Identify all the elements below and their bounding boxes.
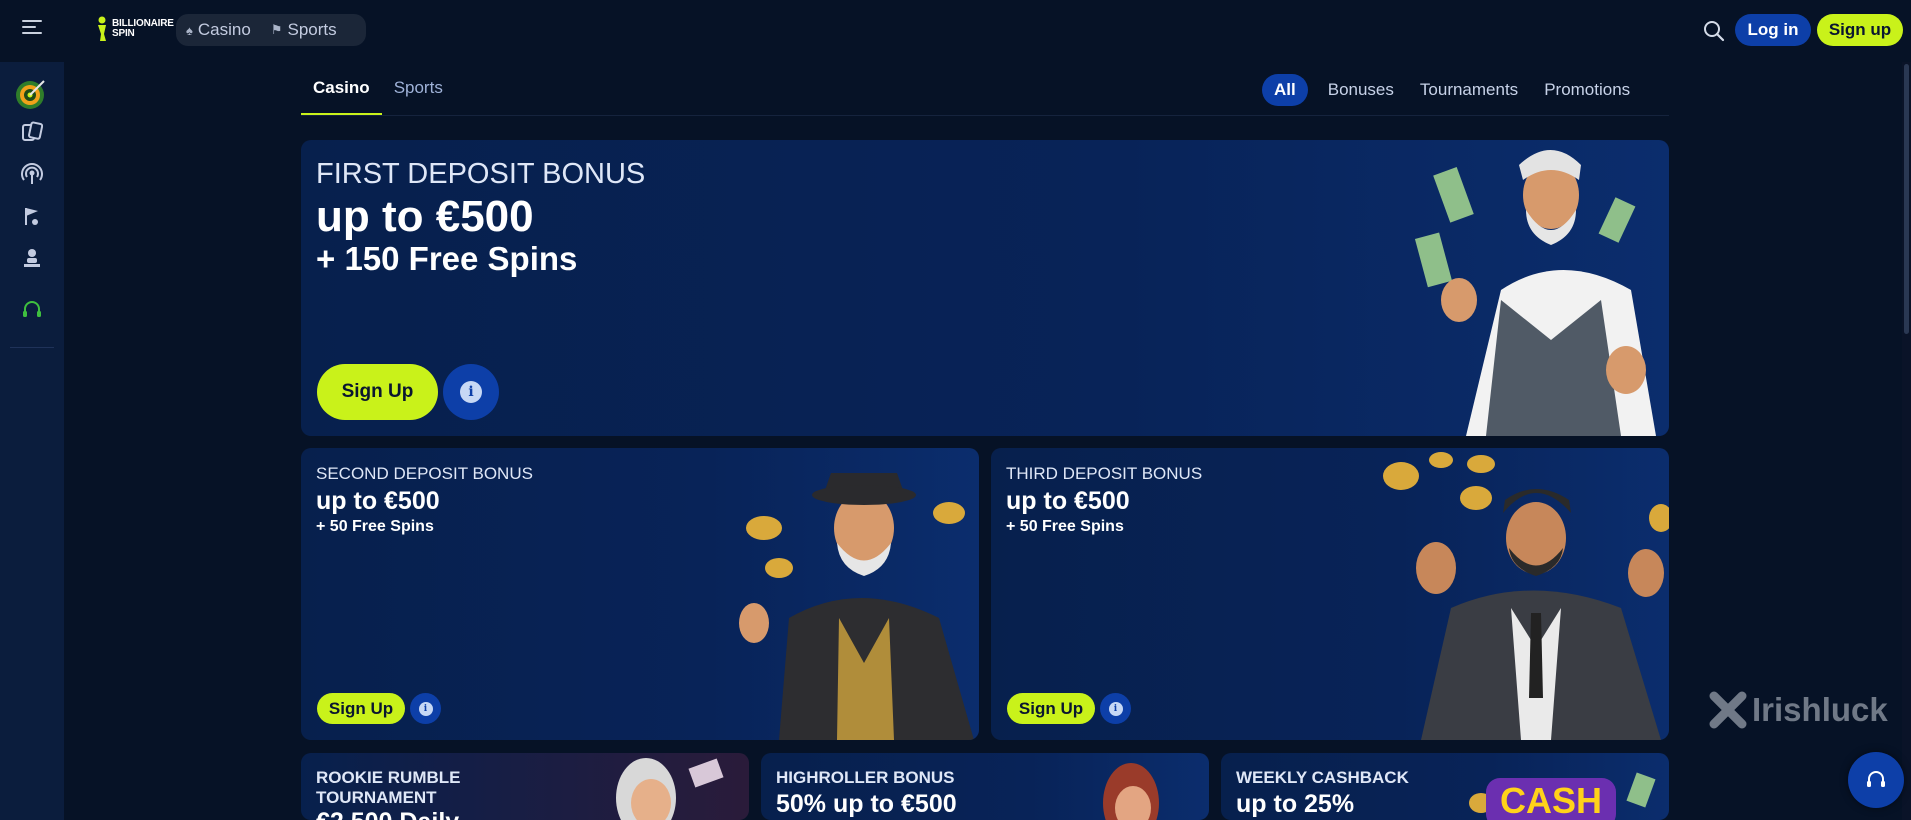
- tabs-divider: [301, 115, 1669, 116]
- logo-mark-icon: [98, 16, 106, 41]
- mode-switcher: ♠ Casino ⚑ Sports: [176, 14, 366, 46]
- promo-amount: up to €500: [1006, 487, 1130, 515]
- logo-text-line-2: SPIN: [112, 28, 135, 39]
- filter-bonuses[interactable]: Bonuses: [1322, 74, 1400, 106]
- target-icon[interactable]: [14, 77, 48, 111]
- support-chat-button[interactable]: [1848, 752, 1904, 808]
- promo-card-rookie-rumble[interactable]: ROOKIE RUMBLE TOURNAMENT €2,500 Daily: [301, 753, 749, 820]
- promo-card-weekly-cashback[interactable]: WEEKLY CASHBACK up to 25% CASH: [1221, 753, 1669, 820]
- businessman-art: [1383, 452, 1669, 740]
- info-button[interactable]: i: [410, 693, 441, 724]
- login-button[interactable]: Log in: [1735, 14, 1811, 46]
- bearded-man-art: [1414, 150, 1656, 436]
- promo-amount: 50% up to €500: [776, 790, 957, 818]
- promo-card-third-deposit[interactable]: THIRD DEPOSIT BONUS up to €500 + 50 Free…: [991, 448, 1669, 740]
- redhead-woman-art: [1103, 763, 1159, 820]
- clover-icon: [1709, 691, 1747, 729]
- signup-button-header[interactable]: Sign up: [1817, 14, 1903, 46]
- promo-title: WEEKLY CASHBACK: [1236, 768, 1409, 787]
- promo-card-first-deposit[interactable]: FIRST DEPOSIT BONUS up to €500 + 150 Fre…: [301, 140, 1669, 436]
- mode-sports[interactable]: ⚑ Sports: [271, 20, 337, 40]
- mode-casino[interactable]: ♠ Casino: [186, 20, 251, 40]
- watermark-text: Irishluck: [1752, 691, 1888, 728]
- promo-title: THIRD DEPOSIT BONUS: [1006, 464, 1203, 483]
- signup-button[interactable]: Sign Up: [317, 693, 405, 724]
- info-button[interactable]: i: [443, 364, 499, 420]
- tab-sports[interactable]: Sports: [382, 70, 455, 116]
- cards-icon[interactable]: [20, 120, 44, 144]
- menu-icon[interactable]: [22, 20, 42, 38]
- user-stand-icon[interactable]: [20, 246, 44, 270]
- info-button[interactable]: i: [1100, 693, 1131, 724]
- gentleman-art: [739, 473, 974, 740]
- scrollbar-thumb[interactable]: [1904, 64, 1909, 334]
- cards-icon: ♠: [186, 22, 193, 38]
- promo-amount: up to €500: [316, 192, 534, 241]
- promo-title: HIGHROLLER BONUS: [776, 768, 955, 787]
- search-icon[interactable]: [1702, 19, 1726, 43]
- watermark: Irishluck: [1708, 690, 1888, 730]
- signup-button[interactable]: Sign Up: [317, 364, 438, 420]
- signup-button[interactable]: Sign Up: [1007, 693, 1095, 724]
- filter-all[interactable]: All: [1262, 74, 1308, 106]
- info-icon: i: [460, 381, 482, 403]
- promo-title-line-2: TOURNAMENT: [316, 788, 437, 807]
- cash-art-text: CASH: [1500, 780, 1602, 820]
- filter-tournaments[interactable]: Tournaments: [1414, 74, 1524, 106]
- promo-card-second-deposit[interactable]: SECOND DEPOSIT BONUS up to €500 + 50 Fre…: [301, 448, 979, 740]
- promo-amount: up to €500: [316, 487, 440, 515]
- logo[interactable]: BILLIONAIRE SPIN: [96, 16, 174, 42]
- sidebar: [0, 62, 64, 820]
- tab-casino[interactable]: Casino: [301, 70, 382, 116]
- mode-sports-label: Sports: [287, 20, 337, 39]
- racing-flag-icon[interactable]: [20, 204, 44, 228]
- promo-amount: up to 25%: [1236, 790, 1355, 818]
- headset-icon: [1867, 771, 1885, 787]
- category-tabs: Casino Sports: [301, 70, 455, 116]
- info-icon: i: [1108, 701, 1123, 716]
- promo-amount: €2,500 Daily: [316, 808, 459, 820]
- mode-casino-label: Casino: [197, 20, 251, 39]
- info-icon: i: [418, 701, 433, 716]
- blonde-woman-art: [616, 758, 724, 820]
- whistle-icon: ⚑: [270, 22, 283, 37]
- top-bar: BILLIONAIRE SPIN ♠ Casino ⚑ Sports Log i…: [0, 0, 1911, 62]
- promo-title-line-1: ROOKIE RUMBLE: [316, 768, 461, 787]
- sidebar-divider: [10, 347, 54, 348]
- scrollbar[interactable]: [1902, 62, 1911, 820]
- promo-title: SECOND DEPOSIT BONUS: [316, 464, 533, 483]
- promo-subtitle: + 50 Free Spins: [1006, 518, 1124, 535]
- cash-sign-art: CASH: [1469, 772, 1656, 820]
- headset-icon[interactable]: [20, 298, 44, 322]
- promo-title: FIRST DEPOSIT BONUS: [316, 158, 646, 190]
- live-broadcast-icon[interactable]: [20, 162, 44, 186]
- promo-subtitle: + 150 Free Spins: [316, 240, 578, 277]
- promo-card-highroller[interactable]: HIGHROLLER BONUS 50% up to €500: [761, 753, 1209, 820]
- promo-filters: All Bonuses Tournaments Promotions: [1262, 74, 1636, 106]
- promo-subtitle: + 50 Free Spins: [316, 518, 434, 535]
- filter-promotions[interactable]: Promotions: [1538, 74, 1636, 106]
- logo-text: BILLIONAIRE SPIN: [112, 19, 174, 39]
